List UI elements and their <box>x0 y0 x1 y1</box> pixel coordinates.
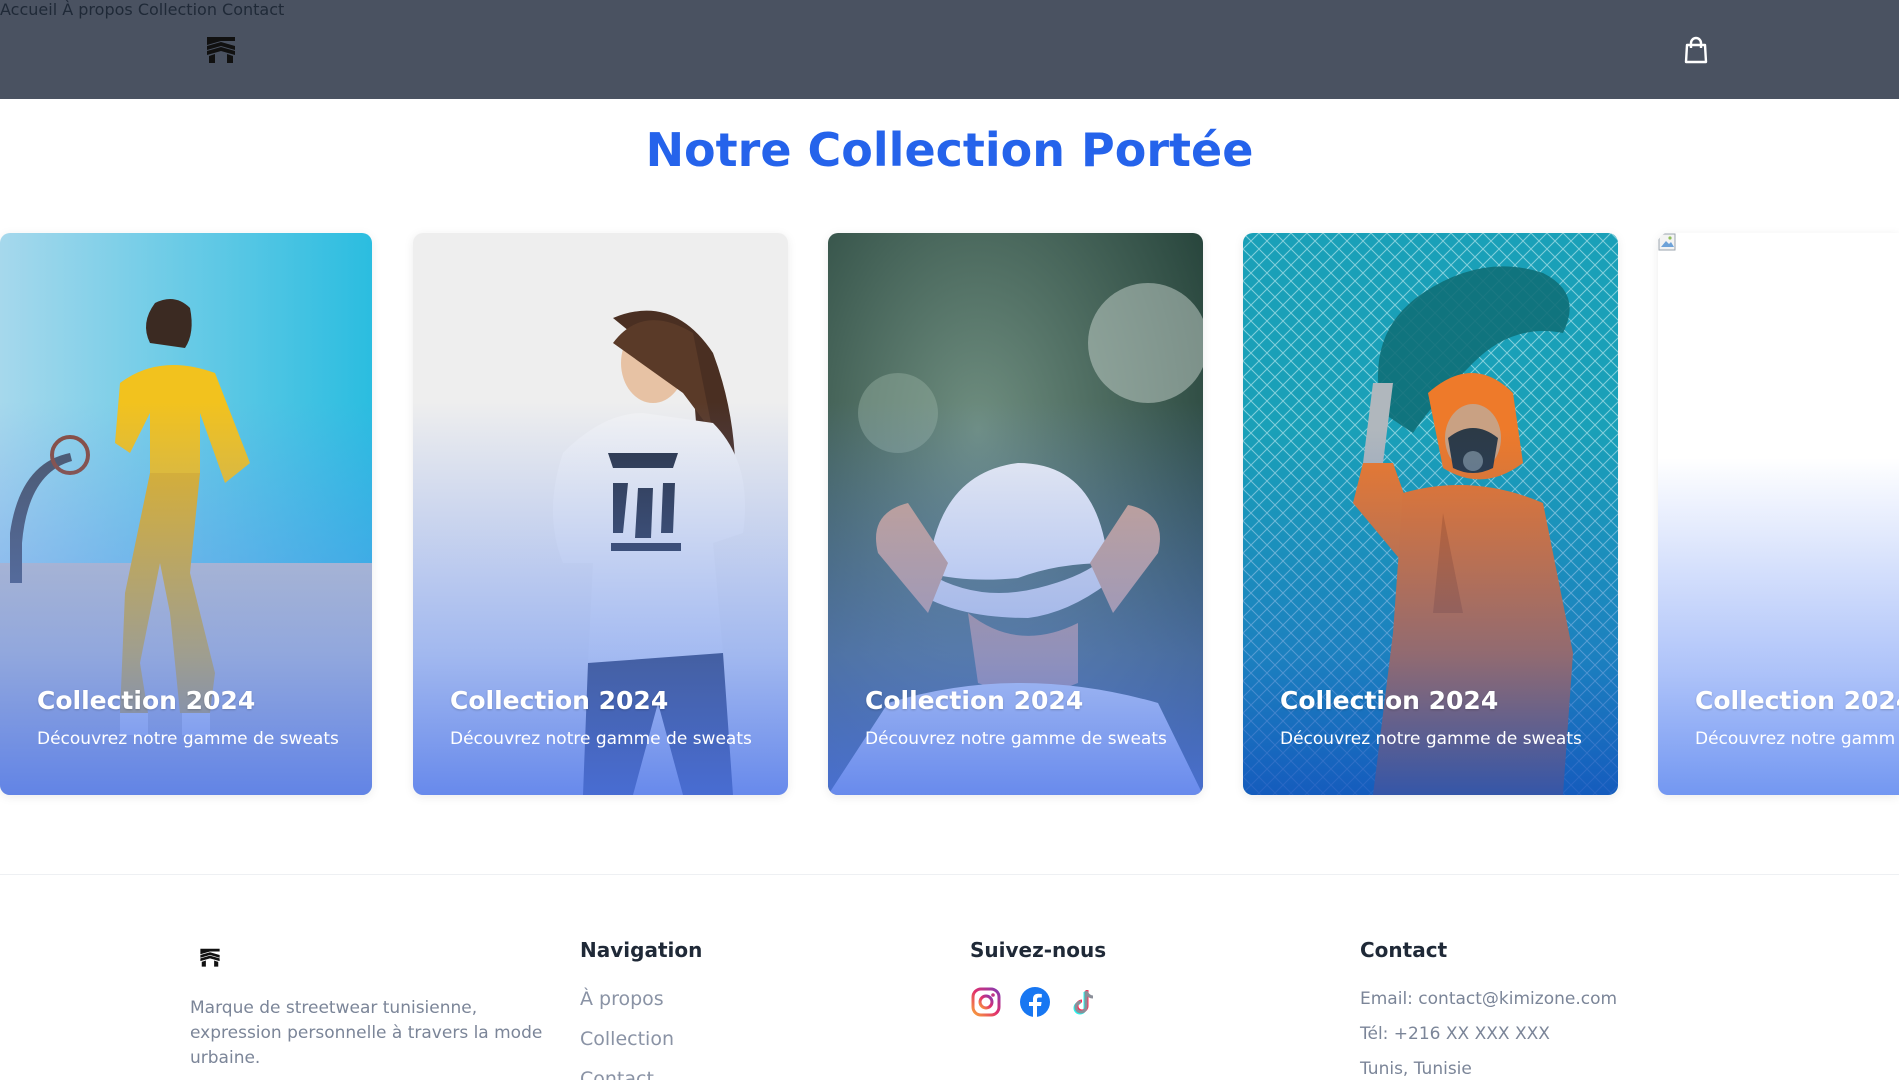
collection-card[interactable]: Collection 2024 Découvrez notre gamme de… <box>828 233 1203 795</box>
section-divider <box>0 874 1899 875</box>
card-subtitle: Découvrez notre gamme de sweats <box>37 729 339 749</box>
card-subtitle: Découvrez notre gamm <box>1695 729 1896 749</box>
footer-description: Marque de streetwear tunisienne, express… <box>190 998 543 1068</box>
page-title: Notre Collection Portée <box>645 123 1254 177</box>
card-title: Collection 2024 <box>450 686 669 715</box>
card-subtitle: Découvrez notre gamme de sweats <box>450 729 752 749</box>
footer-contact-location: Tunis, Tunisie <box>1360 1059 1472 1079</box>
footer-contact-phone: Tél: +216 XX XXX XXX <box>1360 1024 1550 1044</box>
top-navbar: Accueil À propos Collection Contact <box>0 0 1899 99</box>
brand-logo-icon[interactable] <box>205 33 237 65</box>
card-subtitle: Découvrez notre gamme de sweats <box>1280 729 1582 749</box>
card-subtitle: Découvrez notre gamme de sweats <box>865 729 1167 749</box>
collection-card[interactable]: Collection 2024 Découvrez notre gamme de… <box>0 233 372 795</box>
tiktok-icon[interactable] <box>1069 986 1101 1018</box>
footer-heading-contact: Contact <box>1360 938 1448 962</box>
collection-card[interactable]: Collection 2024 Découvrez notre gamm <box>1658 233 1899 795</box>
footer-brand-logo-icon[interactable] <box>199 946 221 968</box>
shopping-bag-icon[interactable] <box>1683 36 1709 64</box>
nav-link-contact[interactable]: Contact <box>222 0 284 19</box>
nav-link-accueil[interactable]: Accueil <box>0 0 57 19</box>
facebook-icon[interactable] <box>1019 986 1051 1018</box>
nav-link-a-propos[interactable]: À propos <box>62 0 132 19</box>
collection-card[interactable]: Collection 2024 Découvrez notre gamme de… <box>413 233 788 795</box>
card-title: Collection 2024 <box>1280 686 1499 715</box>
footer-link-collection[interactable]: Collection <box>580 1028 674 1050</box>
nav-link-collection[interactable]: Collection <box>138 0 217 19</box>
card-title: Collection 2024 <box>37 686 256 715</box>
instagram-icon[interactable] <box>970 986 1002 1018</box>
footer-heading-navigation: Navigation <box>580 938 703 962</box>
card-title: Collection 2024 <box>865 686 1084 715</box>
footer-link-contact[interactable]: Contact <box>580 1068 654 1080</box>
footer-contact-email[interactable]: Email: contact@kimizone.com <box>1360 989 1617 1009</box>
collection-card[interactable]: Collection 2024 Découvrez notre gamme de… <box>1243 233 1618 795</box>
footer-heading-social: Suivez-nous <box>970 938 1107 962</box>
footer-link-a-propos[interactable]: À propos <box>580 988 664 1010</box>
card-title: Collection 2024 <box>1695 686 1899 715</box>
